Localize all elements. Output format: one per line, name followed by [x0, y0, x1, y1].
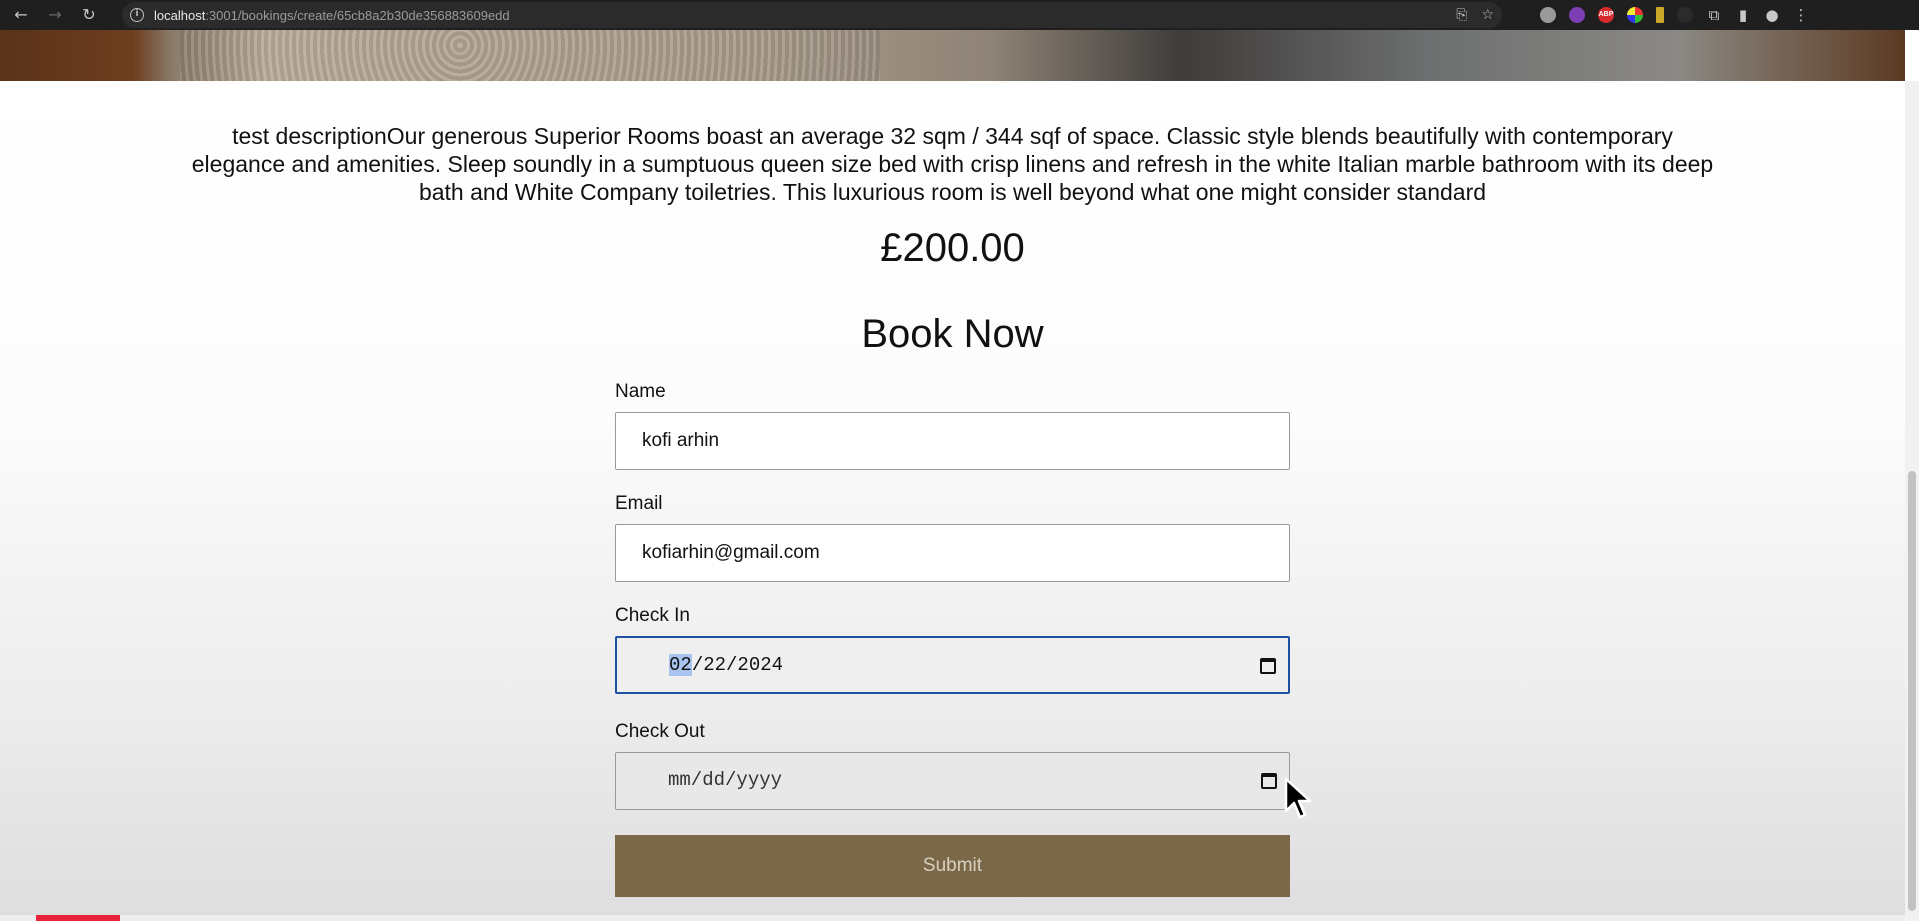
extensions-bar: ABP ⧉ ▮ ● ⋮ — [1540, 0, 1809, 30]
reload-button[interactable]: ↻ — [76, 2, 102, 28]
checkin-date-rest: /22/2024 — [691, 654, 784, 676]
bookmark-star-icon[interactable]: ☆ — [1481, 7, 1494, 23]
checkout-date-input[interactable]: mm/dd/yyyy — [615, 752, 1290, 810]
url-text: localhost:3001/bookings/create/65cb8a2b3… — [154, 8, 510, 23]
video-progress-fill — [36, 915, 120, 921]
profile-avatar-icon[interactable]: ● — [1764, 6, 1780, 24]
side-panel-icon[interactable]: ▮ — [1735, 6, 1751, 24]
arrow-right-icon: → — [48, 5, 62, 24]
checkout-placeholder: mm/dd/yyyy — [668, 769, 783, 791]
email-value: kofiarhin@gmail.com — [642, 542, 820, 563]
address-bar[interactable]: i localhost:3001/bookings/create/65cb8a2… — [122, 2, 1502, 28]
extension-dark-icon[interactable] — [1677, 7, 1693, 23]
menu-kebab-icon[interactable]: ⋮ — [1793, 6, 1809, 24]
scrollbar-thumb[interactable] — [1908, 471, 1916, 911]
page-scrollbar[interactable] — [1905, 81, 1919, 921]
checkin-label: Check In — [615, 605, 690, 626]
room-price: £200.00 — [880, 226, 1025, 270]
forward-button[interactable]: → — [42, 2, 68, 28]
submit-button[interactable]: Submit — [615, 835, 1290, 897]
extension-abp-icon[interactable]: ABP — [1598, 7, 1614, 23]
extension-color-icon[interactable] — [1627, 7, 1643, 23]
extension-globe-icon[interactable] — [1540, 7, 1556, 23]
name-input[interactable]: kofi arhin — [615, 412, 1290, 470]
extension-note-icon[interactable] — [1656, 7, 1664, 23]
name-value: kofi arhin — [642, 430, 720, 451]
extension-compass-icon[interactable] — [1569, 7, 1585, 23]
url-path: :3001/bookings/create/65cb8a2b30de356883… — [205, 7, 510, 23]
checkin-month-segment[interactable]: 02 — [669, 654, 692, 676]
install-app-icon[interactable]: ⎘ — [1456, 7, 1467, 23]
browser-toolbar: ← → ↻ i localhost:3001/bookings/create/6… — [0, 0, 1919, 30]
book-now-heading: Book Now — [861, 312, 1044, 356]
email-label: Email — [615, 493, 663, 514]
site-info-icon[interactable]: i — [130, 8, 144, 22]
video-progress-bar[interactable] — [0, 915, 1905, 921]
calendar-icon[interactable] — [1260, 658, 1276, 674]
arrow-left-icon: ← — [14, 5, 28, 24]
back-button[interactable]: ← — [8, 2, 34, 28]
checkin-date-input[interactable]: 02/22/2024 — [615, 636, 1290, 694]
room-hero-image — [0, 30, 1905, 81]
reload-icon: ↻ — [82, 5, 96, 24]
email-input[interactable]: kofiarhin@gmail.com — [615, 524, 1290, 582]
checkout-label: Check Out — [615, 721, 705, 742]
room-description: test descriptionOur generous Superior Ro… — [191, 123, 1714, 205]
name-label: Name — [615, 381, 666, 402]
extensions-puzzle-icon[interactable]: ⧉ — [1706, 6, 1722, 24]
url-host: localhost — [154, 7, 206, 23]
calendar-icon[interactable] — [1261, 773, 1277, 789]
